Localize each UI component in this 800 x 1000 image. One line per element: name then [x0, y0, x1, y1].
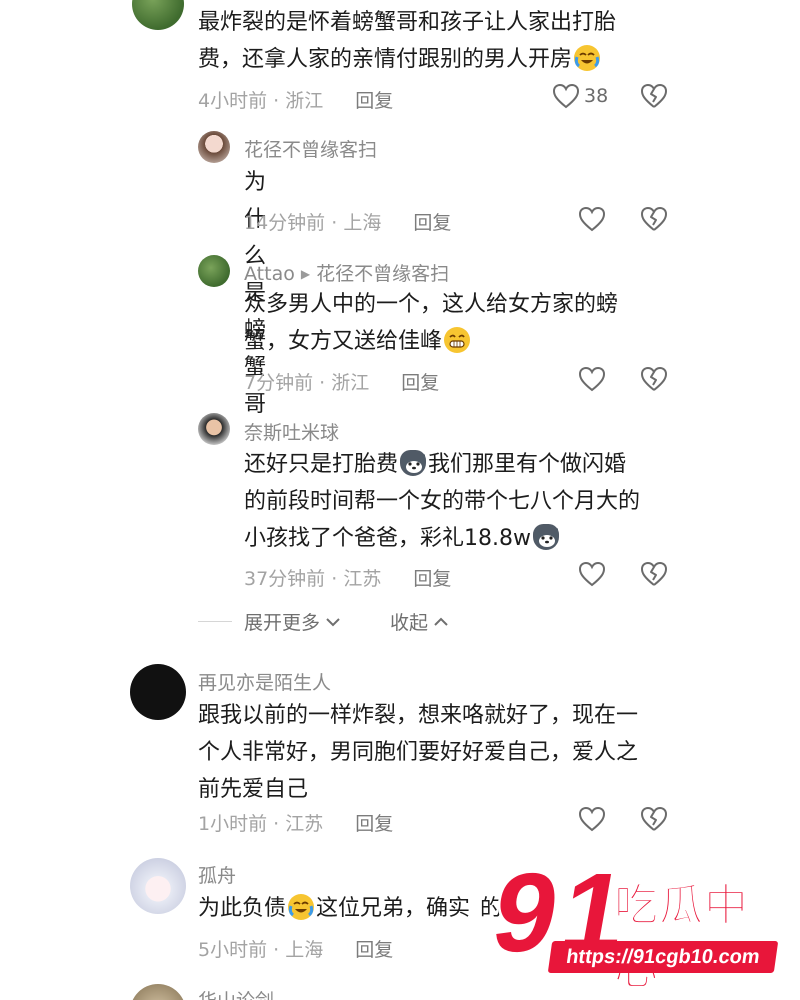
- chevron-up-icon: [434, 617, 448, 626]
- avatar[interactable]: [198, 131, 230, 163]
- watermark-brand-text: 吃瓜中心: [614, 880, 749, 996]
- comment-text: 跟我以前的一样炸裂，想来咯就好了，现在一 个人非常好，男同胞们要好好爱自己，爱人…: [198, 703, 639, 802]
- avatar[interactable]: [130, 984, 186, 1000]
- like-button[interactable]: [578, 366, 606, 392]
- reply-button[interactable]: 回复: [355, 813, 393, 835]
- grin-emoji: [444, 327, 471, 353]
- watermark-url: https://91cgb10.com: [547, 941, 779, 973]
- broken-heart-icon: [641, 207, 667, 231]
- comment-meta: 1小时前 · 江苏 回复: [198, 813, 394, 835]
- like-button[interactable]: 38: [552, 83, 608, 109]
- reply-button[interactable]: 回复: [355, 939, 393, 961]
- collapse-label: 收起: [390, 612, 429, 634]
- username[interactable]: 华山论剑: [198, 986, 274, 1000]
- avatar[interactable]: [130, 664, 186, 720]
- collapse-button[interactable]: 收起: [390, 608, 450, 635]
- watermark-logo: 9 1 吃瓜中心 https://91cgb10.com: [481, 847, 786, 996]
- heart-icon: [578, 206, 606, 232]
- dislike-button[interactable]: [640, 206, 668, 236]
- expand-label: 展开更多: [244, 612, 321, 634]
- timestamp: 4小时前: [198, 90, 268, 112]
- comment-meta: 4小时前 · 浙江 回复: [198, 90, 394, 112]
- crying-laugh-emoji: [574, 45, 601, 71]
- reply-arrow-icon: ▶: [300, 267, 311, 281]
- comment-meta: 7分钟前 · 浙江 回复: [244, 372, 440, 394]
- comment-text: 最炸裂的是怀着螃蟹哥和孩子让人家出打胎 费，还拿人家的亲情付跟别的男人开房: [198, 10, 617, 72]
- broken-heart-icon: [641, 807, 667, 831]
- dislike-button[interactable]: [640, 366, 668, 396]
- broken-heart-icon: [641, 84, 667, 108]
- husky-emoji: [532, 524, 559, 550]
- username[interactable]: 花径不曾缘客扫: [244, 135, 377, 162]
- comment-meta: 14分钟前 · 上海 回复: [244, 212, 452, 234]
- chevron-down-icon: [326, 617, 340, 626]
- comment-meta: 5小时前 · 上海 回复: [198, 939, 394, 961]
- reply-button[interactable]: 回复: [413, 568, 451, 590]
- dislike-button[interactable]: [640, 806, 668, 836]
- reply-button[interactable]: 回复: [413, 212, 451, 234]
- crying-laugh-emoji: [288, 894, 315, 920]
- reply-author[interactable]: Attao: [244, 263, 295, 285]
- dislike-button[interactable]: [640, 561, 668, 591]
- comment-meta: 37分钟前 · 江苏 回复: [244, 568, 452, 590]
- like-button[interactable]: [578, 561, 606, 587]
- avatar[interactable]: [198, 255, 230, 287]
- dislike-button[interactable]: [640, 83, 668, 113]
- location: 浙江: [285, 90, 324, 112]
- replies-fold-row: 展开更多 收起: [198, 608, 450, 635]
- location: 江苏: [285, 813, 324, 835]
- username[interactable]: 再见亦是陌生人: [198, 668, 331, 695]
- timestamp: 7分钟前: [244, 372, 314, 394]
- username: Attao ▶ 花径不曾缘客扫: [244, 259, 449, 286]
- avatar[interactable]: [130, 858, 186, 914]
- location: 浙江: [331, 372, 370, 394]
- heart-icon: [552, 83, 580, 109]
- timestamp: 14分钟前: [244, 212, 326, 234]
- location: 上海: [343, 212, 382, 234]
- comment-text: 还好只是打胎费 我们那里有个做闪婚 的前段时间帮一个女的带个七八个月大的 小孩找…: [244, 450, 641, 551]
- avatar[interactable]: [198, 413, 230, 445]
- broken-heart-icon: [641, 562, 667, 586]
- divider: [198, 621, 232, 622]
- username[interactable]: 奈斯吐米球: [244, 418, 339, 445]
- location: 上海: [285, 939, 324, 961]
- location: 江苏: [343, 568, 382, 590]
- heart-icon: [578, 806, 606, 832]
- expand-more-button[interactable]: 展开更多: [244, 608, 342, 635]
- husky-emoji: [400, 450, 427, 476]
- like-count: 38: [584, 85, 609, 107]
- like-button[interactable]: [578, 806, 606, 832]
- heart-icon: [578, 561, 606, 587]
- like-button[interactable]: [578, 206, 606, 232]
- reply-target[interactable]: 花径不曾缘客扫: [316, 263, 449, 285]
- username[interactable]: 孤舟: [198, 861, 236, 888]
- timestamp: 1小时前: [198, 813, 268, 835]
- heart-icon: [578, 366, 606, 392]
- timestamp: 5小时前: [198, 939, 268, 961]
- broken-heart-icon: [641, 367, 667, 391]
- avatar[interactable]: [132, 0, 184, 30]
- timestamp: 37分钟前: [244, 568, 326, 590]
- reply-button[interactable]: 回复: [355, 90, 393, 112]
- comment-text: 众多男人中的一个，这人给女方家的螃 蟹，女方又送给佳峰: [244, 292, 619, 354]
- reply-button[interactable]: 回复: [401, 372, 439, 394]
